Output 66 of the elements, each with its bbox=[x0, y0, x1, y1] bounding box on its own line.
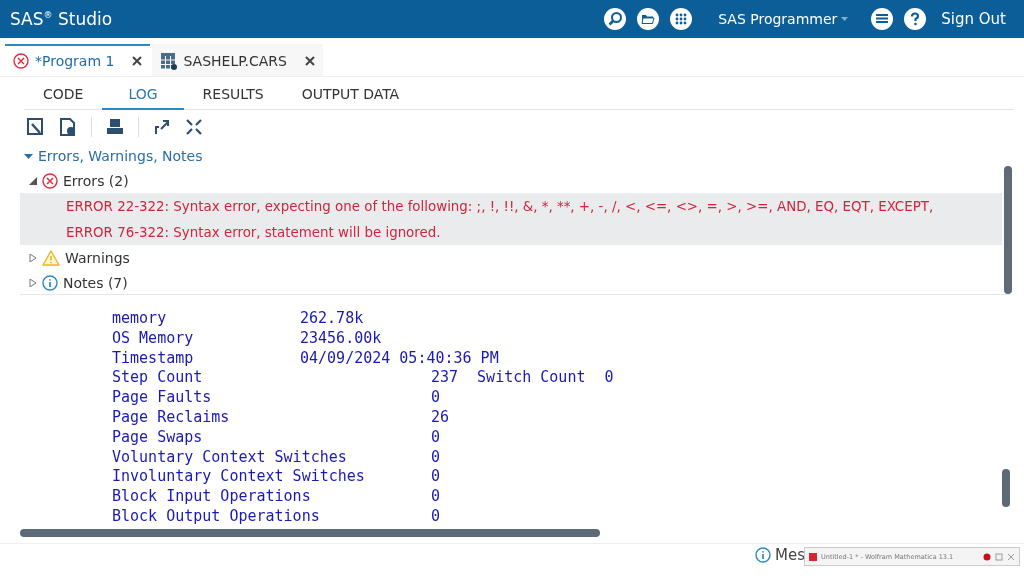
error-message[interactable]: ERROR 76-322: Syntax error, statement will be ignored. bbox=[20, 219, 1002, 245]
log-label: Page Swaps bbox=[112, 427, 204, 448]
menu-icon[interactable] bbox=[870, 7, 895, 31]
print-icon[interactable] bbox=[106, 118, 124, 136]
view-tab[interactable]: CODE bbox=[24, 81, 103, 110]
save-log-icon[interactable] bbox=[27, 118, 45, 136]
tree-node[interactable]: Errors (2) bbox=[20, 168, 129, 193]
log-label: Switch Count bbox=[477, 368, 586, 389]
info-icon bbox=[755, 547, 771, 563]
close-icon[interactable] bbox=[304, 56, 315, 66]
apps-icon[interactable] bbox=[669, 7, 694, 31]
log-value: 262.78k bbox=[300, 309, 365, 329]
section-toggle[interactable]: Errors, Warnings, Notes bbox=[20, 144, 1010, 168]
collapsed-icon bbox=[29, 253, 37, 262]
log-label: Block Output Operations bbox=[112, 506, 321, 527]
search-icon[interactable] bbox=[603, 7, 628, 31]
close-icon[interactable] bbox=[132, 56, 143, 66]
caret-icon bbox=[841, 17, 849, 21]
log-label: Page Faults bbox=[112, 388, 213, 408]
log-label: Step Count bbox=[112, 368, 204, 389]
log-value: 04/09/2024 05:40:36 PM bbox=[300, 348, 500, 369]
log-value: 0 bbox=[431, 447, 441, 468]
log-value: 0 bbox=[431, 388, 441, 408]
expanded-icon bbox=[29, 176, 37, 185]
log-value: 237 bbox=[431, 368, 459, 389]
log-value: 0 bbox=[431, 487, 441, 507]
log-label: Involuntary Context Switches bbox=[112, 467, 366, 488]
log-label: memory bbox=[112, 309, 168, 329]
tree-node[interactable]: Notes (7) bbox=[20, 270, 128, 295]
log-value: 0 bbox=[604, 368, 614, 389]
messages-button[interactable]: Mes bbox=[755, 546, 805, 564]
view-tab[interactable]: RESULTS bbox=[183, 81, 283, 110]
download-log-icon[interactable] bbox=[59, 118, 77, 136]
error-icon bbox=[42, 172, 58, 189]
log-label: Timestamp bbox=[112, 348, 195, 369]
collapsed-icon bbox=[29, 278, 37, 287]
scrollbar-thumb[interactable] bbox=[1002, 469, 1010, 507]
perspective-menu[interactable]: SAS Programmer bbox=[718, 11, 849, 27]
expand-icon[interactable] bbox=[153, 118, 171, 136]
log-value: 0 bbox=[431, 506, 441, 527]
table-icon bbox=[160, 52, 178, 70]
document-tab[interactable]: SASHELP.CARS bbox=[152, 44, 323, 76]
sign-out-link[interactable]: Sign Out bbox=[941, 10, 1006, 28]
error-icon bbox=[13, 53, 29, 69]
error-message[interactable]: ERROR 22-322: Syntax error, expecting one of the following: ;, !, !!, &, *, **, +, -, /, <, <=, <>, =, >, >=, AND, EQ, EQT, EXCEPT, bbox=[20, 193, 1002, 219]
log-value: 0 bbox=[431, 427, 441, 448]
app-icon bbox=[809, 552, 817, 561]
folder-icon[interactable] bbox=[636, 7, 661, 31]
collapse-icon[interactable] bbox=[185, 118, 203, 136]
tree-node[interactable]: Warnings bbox=[20, 245, 130, 270]
view-tab[interactable]: OUTPUT DATA bbox=[282, 81, 419, 110]
log-value: 26 bbox=[431, 408, 450, 428]
scrollbar-thumb[interactable] bbox=[1004, 166, 1012, 294]
log-value: 0 bbox=[431, 467, 441, 488]
view-tab[interactable]: LOG bbox=[102, 81, 184, 110]
log-label: Voluntary Context Switches bbox=[112, 447, 348, 468]
scrollbar-thumb[interactable] bbox=[20, 529, 600, 537]
log-value: 23456.00k bbox=[300, 328, 383, 349]
log-label: Page Reclaims bbox=[112, 408, 231, 428]
warning-icon bbox=[42, 249, 60, 266]
log-label: OS Memory bbox=[112, 328, 195, 349]
app-title: SAS$^{®}$ Studio bbox=[10, 9, 114, 29]
info-icon bbox=[42, 274, 58, 291]
help-icon[interactable] bbox=[903, 7, 928, 31]
caret-icon bbox=[24, 151, 33, 161]
log-label: Block Input Operations bbox=[112, 487, 312, 507]
